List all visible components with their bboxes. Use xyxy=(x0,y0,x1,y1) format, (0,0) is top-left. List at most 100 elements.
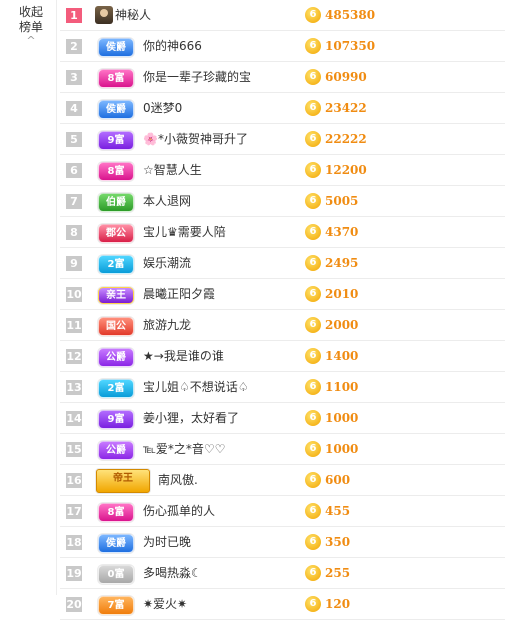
score-value: 4370 xyxy=(325,225,359,239)
rank-number: 12 xyxy=(66,349,82,364)
rank-number: 1 xyxy=(66,8,82,23)
ranking-row[interactable]: 3 8富 你是一辈子珍藏的宝 6 60990 xyxy=(60,62,505,93)
ranking-row[interactable]: 11 国公 旅游九龙 6 2000 xyxy=(60,310,505,341)
user-name[interactable]: ✷爱火✷ xyxy=(143,589,187,619)
rank-number: 14 xyxy=(66,411,82,426)
rank-badge: 国公 xyxy=(98,317,134,336)
rank-number: 20 xyxy=(66,597,82,612)
collapse-ranking-button[interactable]: 收起 榜单 ^ xyxy=(8,5,54,47)
ranking-row[interactable]: 5 9富 🌸*小薇贺神哥升了 6 22222 xyxy=(60,124,505,155)
score-value: 2495 xyxy=(325,256,359,270)
coin-icon: 6 xyxy=(305,193,321,209)
rank-badge: 0富 xyxy=(98,565,134,584)
collapse-label-line1: 收起 xyxy=(18,5,43,19)
rank-number: 17 xyxy=(66,504,82,519)
ranking-row[interactable]: 1 神秘人 6 485380 xyxy=(60,0,505,31)
ranking-row[interactable]: 7 伯爵 本人退网 6 5005 xyxy=(60,186,505,217)
user-name[interactable]: 晨曦正阳夕霞 xyxy=(143,279,215,309)
ranking-row[interactable]: 13 2富 宝儿姐♤不想说话♤ 6 1100 xyxy=(60,372,505,403)
rank-badge: 8富 xyxy=(98,69,134,88)
user-name[interactable]: 你的神666 xyxy=(143,31,202,61)
ranking-row[interactable]: 14 9富 姜小狸，太好看了 6 1000 xyxy=(60,403,505,434)
ranking-row[interactable]: 17 8富 伤心孤单的人 6 455 xyxy=(60,496,505,527)
ranking-row[interactable]: 2 侯爵 你的神666 6 107350 xyxy=(60,31,505,62)
coin-icon: 6 xyxy=(305,286,321,302)
rank-number: 6 xyxy=(66,163,82,178)
ranking-row[interactable]: 20 7富 ✷爱火✷ 6 120 xyxy=(60,589,505,620)
user-name[interactable]: 旅游九龙 xyxy=(143,310,191,340)
rank-number: 15 xyxy=(66,442,82,457)
rank-number: 19 xyxy=(66,566,82,581)
ranking-row[interactable]: 19 0富 多喝热淼☾ 6 255 xyxy=(60,558,505,589)
ranking-row[interactable]: 10 亲王 晨曦正阳夕霞 6 2010 xyxy=(60,279,505,310)
score-value: 12200 xyxy=(325,163,367,177)
coin-icon: 6 xyxy=(305,503,321,519)
ranking-row[interactable]: 18 侯爵 为时已晚 6 350 xyxy=(60,527,505,558)
coin-icon: 6 xyxy=(305,100,321,116)
rank-number: 4 xyxy=(66,101,82,116)
rank-badge: 亲王 xyxy=(98,287,134,304)
ranking-row[interactable]: 4 侯爵 0迷梦0 6 23422 xyxy=(60,93,505,124)
score-value: 2000 xyxy=(325,318,359,332)
rank-number: 2 xyxy=(66,39,82,54)
coin-icon: 6 xyxy=(305,224,321,240)
ranking-row[interactable]: 9 2富 娱乐潮流 6 2495 xyxy=(60,248,505,279)
ranking-row[interactable]: 12 公爵 ★→我是谁の谁 6 1400 xyxy=(60,341,505,372)
ranking-row[interactable]: 8 郡公 宝儿♛需要人陪 6 4370 xyxy=(60,217,505,248)
user-name[interactable]: 娱乐潮流 xyxy=(143,248,191,278)
rank-badge: 公爵 xyxy=(98,441,134,460)
score-value: 22222 xyxy=(325,132,367,146)
coin-icon: 6 xyxy=(305,162,321,178)
user-name[interactable]: ☆智慧人生 xyxy=(143,155,202,185)
user-name[interactable]: 神秘人 xyxy=(115,0,151,30)
chevron-up-icon: ^ xyxy=(26,34,36,47)
ranking-row[interactable]: 15 公爵 ℡爱*之*音♡♡ 6 1000 xyxy=(60,434,505,465)
rank-badge: 9富 xyxy=(98,410,134,429)
user-name[interactable]: ★→我是谁の谁 xyxy=(143,341,224,371)
score-value: 600 xyxy=(325,473,351,487)
user-name[interactable]: 伤心孤单的人 xyxy=(143,496,215,526)
rank-badge: 8富 xyxy=(98,162,134,181)
user-name[interactable]: 多喝热淼☾ xyxy=(143,558,202,588)
rank-badge: 郡公 xyxy=(98,224,134,243)
coin-icon: 6 xyxy=(305,565,321,581)
rank-badge: 帝王 xyxy=(96,469,150,493)
mystery-user-icon xyxy=(95,6,113,24)
coin-icon: 6 xyxy=(305,7,321,23)
score-value: 60990 xyxy=(325,70,367,84)
rank-badge: 公爵 xyxy=(98,348,134,367)
score-value: 455 xyxy=(325,504,351,518)
coin-icon: 6 xyxy=(305,410,321,426)
score-value: 23422 xyxy=(325,101,367,115)
coin-icon: 6 xyxy=(305,69,321,85)
coin-icon: 6 xyxy=(305,255,321,271)
coin-icon: 6 xyxy=(305,131,321,147)
rank-badge: 7富 xyxy=(98,596,134,615)
user-name[interactable]: 宝儿♛需要人陪 xyxy=(143,217,226,247)
rank-number: 8 xyxy=(66,225,82,240)
score-value: 485380 xyxy=(325,8,376,22)
coin-icon: 6 xyxy=(305,534,321,550)
user-name[interactable]: 姜小狸，太好看了 xyxy=(143,403,239,433)
ranking-row[interactable]: 16 帝王 南风傲. 6 600 xyxy=(60,465,505,496)
rank-number: 16 xyxy=(66,473,82,488)
user-name[interactable]: 为时已晚 xyxy=(143,527,191,557)
user-name[interactable]: ℡爱*之*音♡♡ xyxy=(143,434,225,464)
user-name[interactable]: 你是一辈子珍藏的宝 xyxy=(143,62,251,92)
user-name[interactable]: 宝儿姐♤不想说话♤ xyxy=(143,372,249,402)
user-name[interactable]: 🌸*小薇贺神哥升了 xyxy=(143,124,248,154)
rank-badge: 2富 xyxy=(98,379,134,398)
ranking-row[interactable]: 6 8富 ☆智慧人生 6 12200 xyxy=(60,155,505,186)
rank-badge: 侯爵 xyxy=(98,38,134,57)
user-name[interactable]: 南风傲. xyxy=(158,465,198,495)
score-value: 1000 xyxy=(325,411,359,425)
score-value: 350 xyxy=(325,535,351,549)
rank-badge: 8富 xyxy=(98,503,134,522)
ranking-list: 1 神秘人 6 485380 2 侯爵 你的神666 6 107350 3 8富 你是一辈子珍藏的宝 6… xyxy=(60,0,505,620)
user-name[interactable]: 0迷梦0 xyxy=(143,93,182,123)
score-value: 107350 xyxy=(325,39,376,53)
score-value: 1000 xyxy=(325,442,359,456)
coin-icon: 6 xyxy=(305,317,321,333)
user-name[interactable]: 本人退网 xyxy=(143,186,191,216)
rank-number: 13 xyxy=(66,380,82,395)
